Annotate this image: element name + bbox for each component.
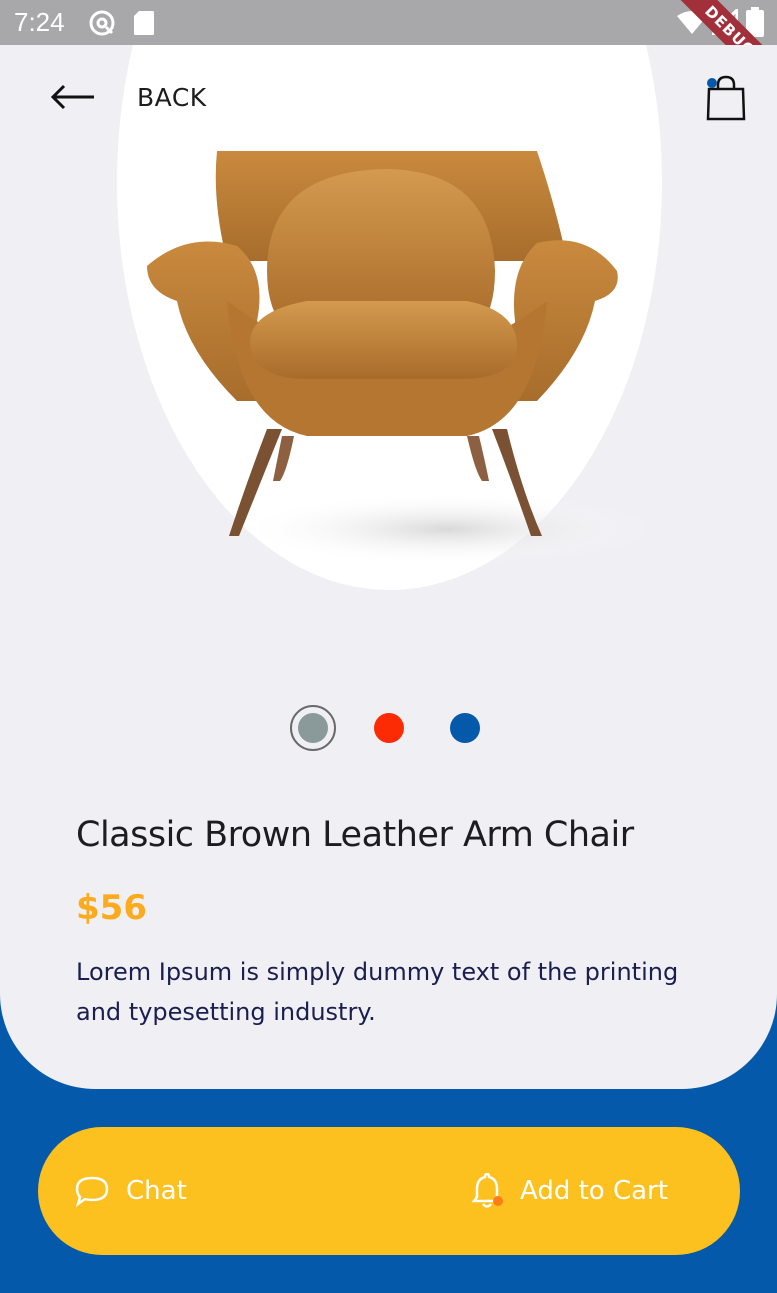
status-bar: 7:24 DEBUG xyxy=(0,0,777,101)
at-sign-icon xyxy=(89,10,115,36)
sd-card-icon xyxy=(134,11,154,35)
add-to-cart-label: Add to Cart xyxy=(520,1176,668,1206)
chat-bubble-icon xyxy=(75,1176,109,1207)
product-title: Classic Brown Leather Arm Chair xyxy=(76,815,634,855)
product-price: $56 xyxy=(76,888,147,928)
app-bar: BACK xyxy=(0,45,777,151)
product-image xyxy=(147,151,657,565)
add-to-cart-button[interactable]: Add to Cart xyxy=(470,1171,668,1211)
bell-icon xyxy=(471,1173,503,1208)
arrow-left-icon[interactable] xyxy=(50,83,96,111)
swatch-grey[interactable] xyxy=(298,713,328,743)
chat-button[interactable]: Chat xyxy=(74,1171,187,1211)
back-button[interactable]: BACK xyxy=(137,83,207,112)
bottom-action-bar: Chat Add to Cart xyxy=(38,1127,740,1255)
swatch-blue[interactable] xyxy=(450,713,480,743)
shopping-bag-icon[interactable] xyxy=(706,75,746,121)
product-description: Lorem Ipsum is simply dummy text of the … xyxy=(76,958,679,1026)
status-time: 7:24 xyxy=(14,7,65,37)
swatch-red[interactable] xyxy=(374,713,404,743)
chat-label: Chat xyxy=(126,1176,187,1206)
product-card: BACK Classic Brown Leather Arm Chair $56… xyxy=(0,45,777,1089)
